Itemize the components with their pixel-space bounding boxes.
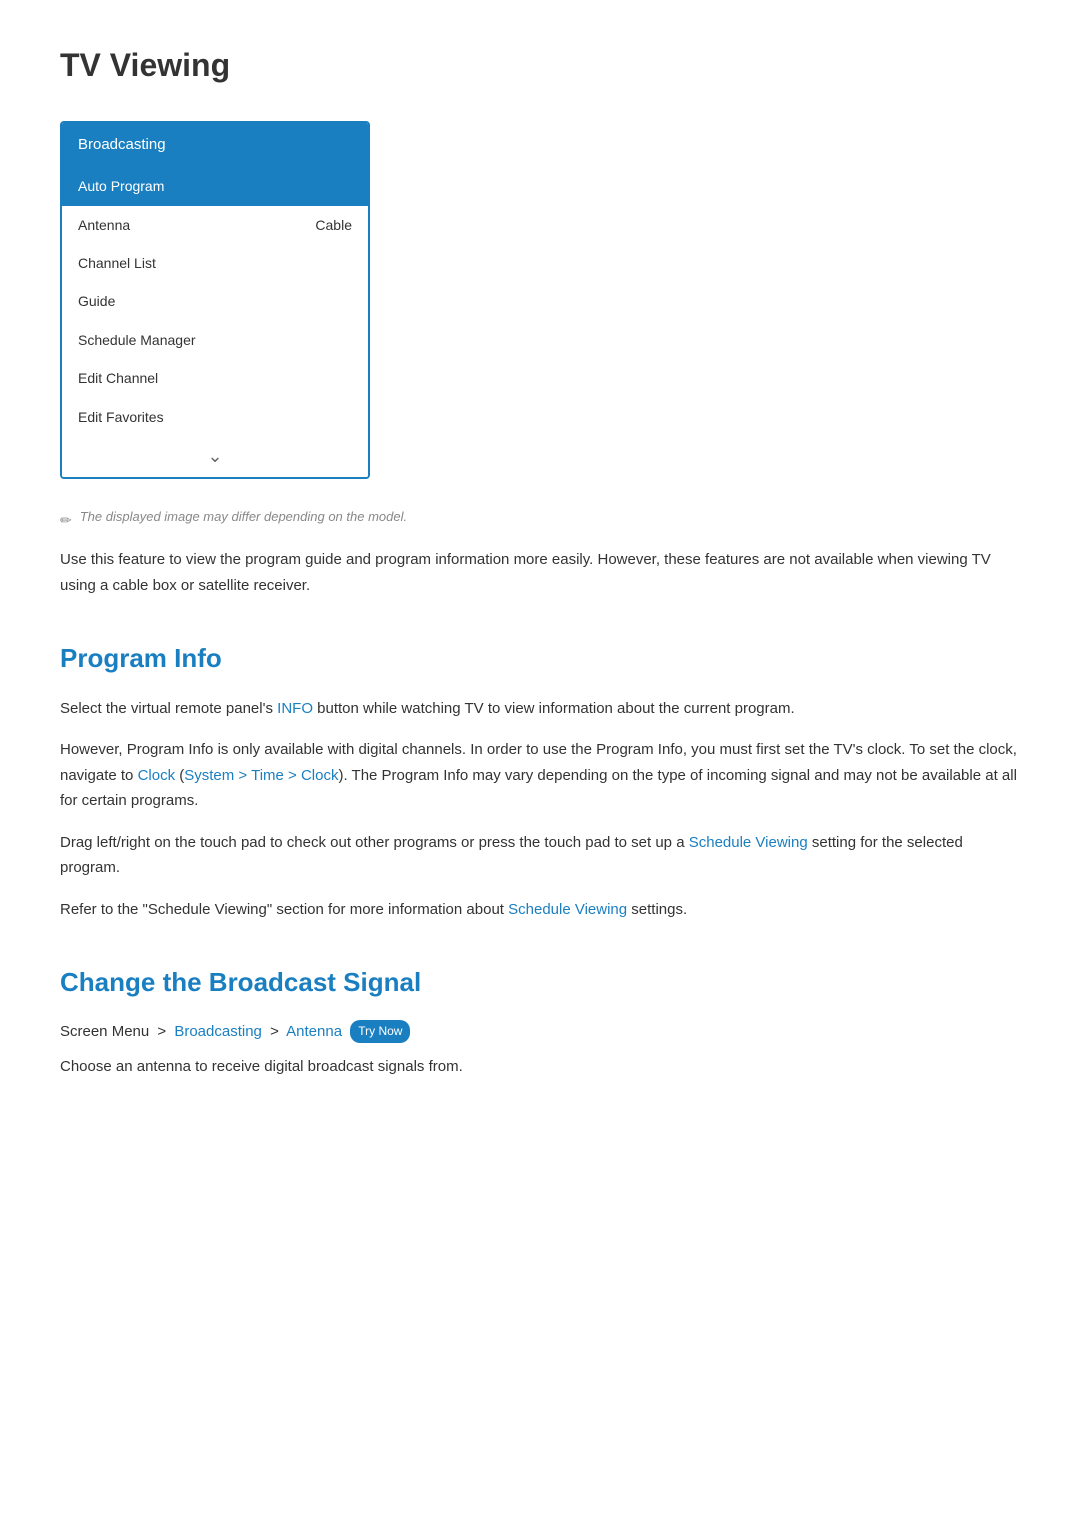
note-text: The displayed image may differ depending… [80,507,407,528]
menu-item-antenna-value: Cable [315,214,352,236]
menu-item-auto-program[interactable]: Auto Program [62,167,368,205]
menu-item-edit-channel[interactable]: Edit Channel [62,359,368,397]
info-link[interactable]: INFO [277,700,313,717]
menu-item-schedule-manager[interactable]: Schedule Manager [62,321,368,359]
breadcrumb: Screen Menu > Broadcasting > Antenna Try… [60,1020,1020,1044]
program-info-para-3: Drag left/right on the touch pad to chec… [60,830,1020,881]
program-info-para-2: However, Program Info is only available … [60,737,1020,814]
note-container: ✏ The displayed image may differ dependi… [60,507,1020,531]
menu-item-antenna[interactable]: Antenna Cable [62,206,368,244]
intro-text: Use this feature to view the program gui… [60,547,1020,598]
system-time-clock-link[interactable]: System > Time > Clock [184,767,338,784]
page-title: TV Viewing [60,40,1020,91]
section-title-change-broadcast: Change the Broadcast Signal [60,962,1020,1004]
breadcrumb-broadcasting-link[interactable]: Broadcasting [174,1023,262,1040]
menu-item-edit-favorites-label: Edit Favorites [78,406,164,428]
program-info-para-4: Refer to the "Schedule Viewing" section … [60,897,1020,923]
menu-item-edit-favorites[interactable]: Edit Favorites [62,398,368,436]
chevron-down-icon: ⌄ [207,442,222,471]
breadcrumb-antenna-link[interactable]: Antenna [286,1023,342,1040]
menu-item-edit-channel-label: Edit Channel [78,367,158,389]
try-now-badge[interactable]: Try Now [350,1020,410,1043]
clock-link[interactable]: Clock [138,767,176,784]
change-broadcast-para: Choose an antenna to receive digital bro… [60,1054,1020,1080]
menu-item-guide-label: Guide [78,290,115,312]
menu-item-channel-list[interactable]: Channel List [62,244,368,282]
schedule-viewing-link-2[interactable]: Schedule Viewing [508,901,627,918]
schedule-viewing-link-1[interactable]: Schedule Viewing [689,834,808,851]
menu-item-antenna-label: Antenna [78,214,130,236]
section-title-program-info: Program Info [60,638,1020,680]
menu-item-channel-list-label: Channel List [78,252,156,274]
program-info-para-1: Select the virtual remote panel's INFO b… [60,696,1020,722]
menu-item-schedule-manager-label: Schedule Manager [78,329,196,351]
separator-2: > [270,1023,279,1040]
pencil-icon: ✏ [60,509,72,531]
menu-footer: ⌄ [62,436,368,477]
separator-1: > [157,1023,166,1040]
menu-widget: Broadcasting Auto Program Antenna Cable … [60,121,370,479]
breadcrumb-screen-menu: Screen Menu [60,1023,149,1040]
menu-item-guide[interactable]: Guide [62,282,368,320]
menu-header: Broadcasting [62,123,368,167]
